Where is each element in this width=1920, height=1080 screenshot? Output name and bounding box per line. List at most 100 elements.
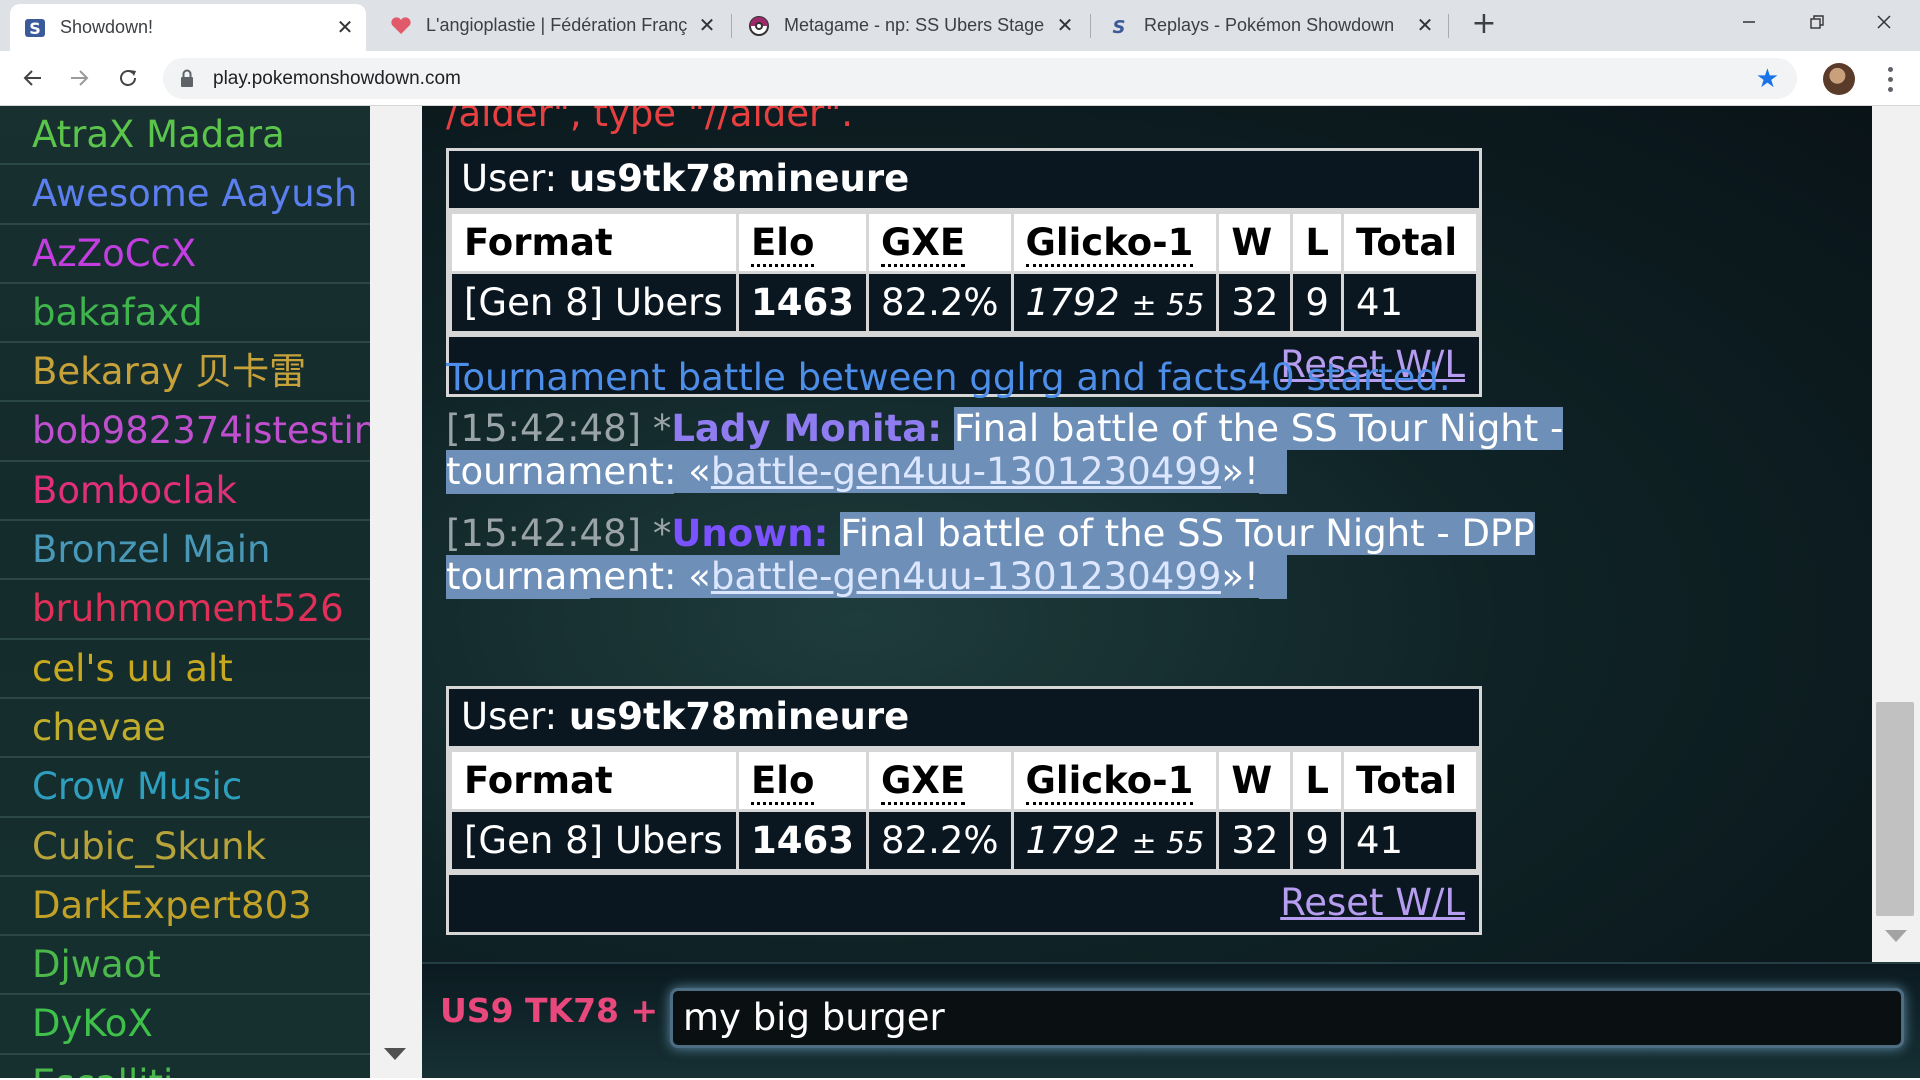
page-content: AtraX Madara Awesome Aayush AzZoCcX bakafax… [0, 106, 1920, 1080]
cell-l: 9 [1290, 809, 1344, 872]
close-tab-icon[interactable]: ✕ [1054, 13, 1076, 38]
user-list-item[interactable]: AzZoCcX [0, 224, 370, 284]
table-header-row: Format Elo GXE Glicko-1 W L Total [449, 211, 1479, 274]
user-list-scrollbar[interactable] [370, 106, 422, 1080]
glicko-deviation: ± 55 [1131, 288, 1205, 323]
cell-elo: 1463 [736, 271, 869, 334]
bookmark-star-icon[interactable]: ★ [1756, 64, 1779, 94]
user-list-item[interactable]: DarkExpert803 [0, 876, 370, 937]
tab-title: L'angioplastie | Fédération Franç [426, 15, 688, 35]
back-button[interactable] [14, 60, 50, 96]
svg-text:S: S [29, 19, 41, 38]
battle-link[interactable]: battle-gen4uu-1301230499 [710, 555, 1222, 598]
ranking-username: us9tk78mineure [568, 695, 910, 738]
ranking-user-header: User: us9tk78mineure [449, 689, 1479, 749]
tab-metagame[interactable]: Metagame - np: SS Ubers Stage ✕ [734, 0, 1086, 51]
glicko-value: 1792 [1025, 281, 1120, 324]
showdown-icon: S [1108, 15, 1130, 37]
cell-w: 32 [1216, 271, 1294, 334]
ranking-footer: Reset W/L [449, 872, 1479, 932]
reload-button[interactable] [110, 60, 146, 96]
forward-arrow-icon [71, 70, 89, 86]
chat-log: /alder", type "//alder". User: us9tk78mi… [422, 106, 1872, 962]
tournament-notice: Tournament battle between gglrg and fact… [446, 356, 1451, 399]
col-total: Total [1341, 749, 1479, 812]
tab-showdown[interactable]: S Showdown! ✕ [10, 4, 366, 51]
forward-button[interactable] [62, 60, 98, 96]
user-list-item[interactable]: Bronzel Main [0, 521, 370, 581]
chat-username[interactable]: Unown: [671, 512, 828, 555]
cell-total: 41 [1341, 271, 1479, 334]
user-list-item[interactable]: Crow Music [0, 758, 370, 818]
tab-replays[interactable]: S Replays - Pokémon Showdown ✕ [1094, 0, 1446, 51]
user-list-item[interactable]: chevae [0, 698, 370, 759]
col-gxe: GXE [865, 749, 1014, 812]
col-w: W [1216, 211, 1294, 274]
cell-gxe: 82.2% [865, 271, 1014, 334]
col-format: Format [449, 749, 739, 812]
svg-text:S: S [1113, 17, 1126, 37]
glicko-deviation: ± 55 [1131, 826, 1205, 861]
cell-format: [Gen 8] Ubers [449, 271, 739, 334]
chat-scrollbar[interactable] [1872, 106, 1920, 962]
tab-title: Replays - Pokémon Showdown [1144, 15, 1395, 35]
ranking-grid: Format Elo GXE Glicko-1 W L Total [Gen 8… [449, 211, 1479, 334]
table-header-row: Format Elo GXE Glicko-1 W L Total [449, 749, 1479, 812]
user-list-item[interactable]: Bekaray 贝卡雷 [0, 343, 370, 403]
ranking-table: User: us9tk78mineure Format Elo GXE Glic… [446, 686, 1482, 935]
user-list-item[interactable]: Bomboclak [0, 461, 370, 522]
user-list-item[interactable]: bob982374istesting [0, 402, 370, 462]
browser-menu-icon[interactable] [1880, 63, 1900, 95]
restore-icon [1810, 15, 1824, 29]
selection-tail [1258, 450, 1287, 494]
chat-message-input[interactable]: my big burger [670, 988, 1904, 1048]
new-tab-button[interactable]: + [1466, 6, 1502, 42]
user-list-item[interactable]: AtraX Madara [0, 106, 370, 166]
message-text-after: »! [1221, 450, 1259, 493]
composer-username[interactable]: US9 TK78 + [440, 986, 658, 1036]
close-tab-icon[interactable]: ✕ [334, 15, 356, 40]
scroll-down-arrow-icon[interactable] [384, 1048, 406, 1060]
message-prefix: * [652, 512, 672, 555]
ranking-user-header: User: us9tk78mineure [449, 151, 1479, 211]
close-window-button[interactable] [1848, 0, 1920, 44]
close-tab-icon[interactable]: ✕ [1414, 13, 1436, 38]
chat-username[interactable]: Lady Monita: [671, 407, 942, 450]
cell-glicko: 1792 ± 55 [1010, 271, 1220, 334]
user-list-item[interactable]: Djwaot [0, 936, 370, 996]
scrollbar-thumb[interactable] [1876, 702, 1914, 916]
user-list-item[interactable]: Escalliti [0, 1054, 370, 1080]
restore-button[interactable] [1781, 0, 1853, 44]
reset-wl-link[interactable]: Reset W/L [1280, 881, 1465, 924]
user-list-item[interactable]: Cubic_Skunk [0, 817, 370, 877]
battle-link[interactable]: battle-gen4uu-1301230499 [710, 450, 1222, 493]
user-list-item[interactable]: bakafaxd [0, 283, 370, 344]
col-w: W [1216, 749, 1294, 812]
user-label: User: [461, 157, 558, 200]
col-elo-label: Elo [751, 221, 815, 267]
profile-avatar[interactable] [1823, 63, 1855, 95]
lock-icon [181, 69, 193, 87]
tab-separator [1448, 14, 1449, 38]
timestamp: [15:42:48] [446, 407, 642, 450]
minimize-button[interactable] [1713, 0, 1785, 44]
col-format: Format [449, 211, 739, 274]
partial-command-line: /alder", type "//alder". [446, 106, 853, 135]
user-list: AtraX Madara Awesome Aayush AzZoCcX bakafax… [0, 106, 370, 1080]
glicko-value: 1792 [1025, 819, 1120, 862]
col-elo-label: Elo [751, 759, 815, 805]
close-icon [1877, 15, 1891, 29]
tab-title: Showdown! [60, 17, 154, 37]
selection-tail [1258, 555, 1287, 599]
cell-gxe: 82.2% [865, 809, 1014, 872]
user-list-item[interactable]: bruhmoment526 [0, 580, 370, 640]
chat-message-continuation: tournament: «battle-gen4uu-1301230499»! [446, 555, 1287, 599]
tab-angioplastie[interactable]: L'angioplastie | Fédération Franç ✕ [376, 0, 728, 51]
user-list-item[interactable]: cel's uu alt [0, 639, 370, 699]
user-list-item[interactable]: DyKoX [0, 995, 370, 1055]
scroll-down-arrow-icon[interactable] [1885, 930, 1907, 942]
address-bar[interactable]: play.pokemonshowdown.com ★ [163, 58, 1797, 99]
user-list-item[interactable]: Awesome Aayush [0, 165, 370, 225]
browser-tab-bar: S Showdown! ✕ L'angioplastie | Fédératio… [0, 0, 1920, 51]
close-tab-icon[interactable]: ✕ [696, 13, 718, 38]
